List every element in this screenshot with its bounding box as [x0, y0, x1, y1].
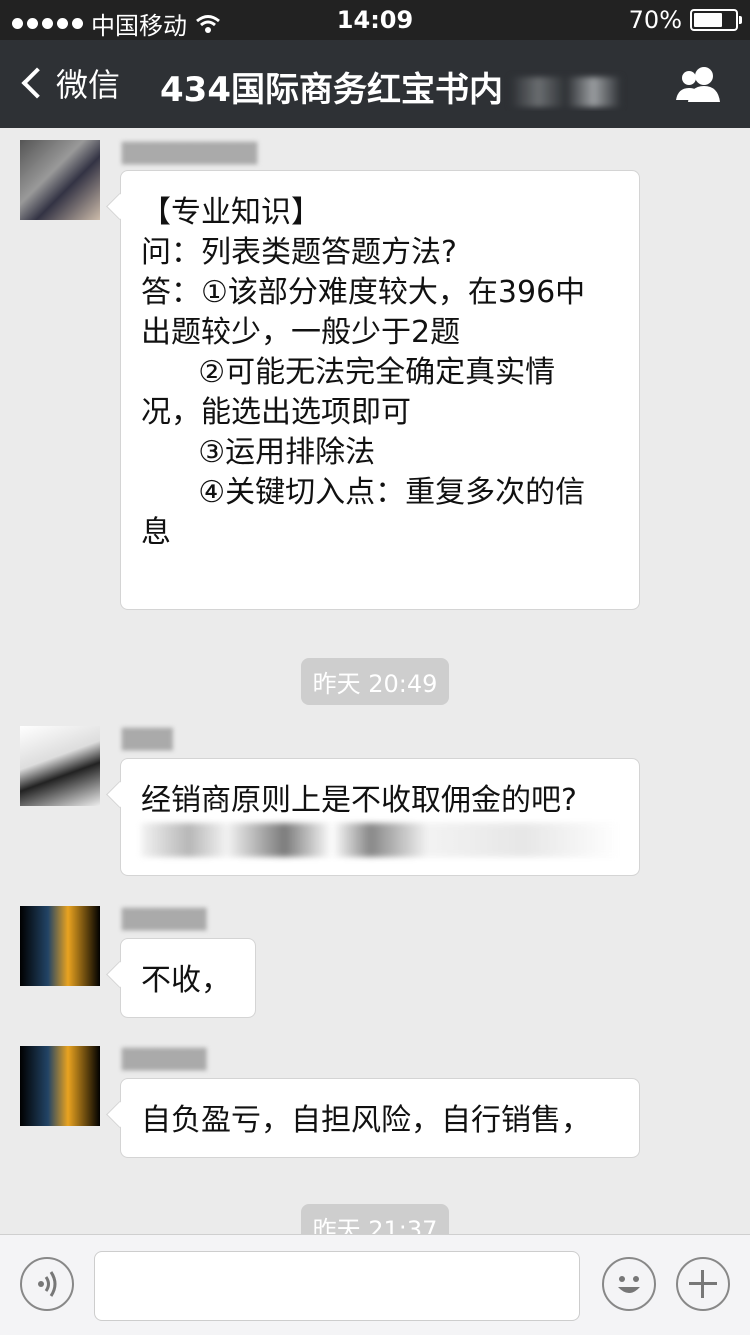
- battery-icon: [690, 9, 742, 31]
- plus-icon: [689, 1270, 717, 1298]
- message-line: 【专业知识】: [141, 195, 321, 230]
- message-line: 息: [141, 515, 171, 550]
- sender-name-redacted: ▇▇▇: [122, 726, 173, 751]
- avatar[interactable]: [20, 140, 100, 220]
- avatar[interactable]: [20, 1046, 100, 1126]
- timestamp: 昨天 20:49: [0, 658, 750, 705]
- plus-button[interactable]: [676, 1257, 730, 1311]
- message-line: 问：列表类题答题方法?: [141, 235, 457, 270]
- timestamp-label: 昨天 21:37: [300, 1204, 450, 1234]
- message-line: ③运用排除法: [141, 435, 376, 470]
- chat-title: 434国际商务红宝书内: [160, 62, 650, 111]
- message-bubble[interactable]: 经销商原则上是不收取佣金的吧?: [120, 758, 640, 876]
- sender-name-redacted: ▇▇▇▇▇▇▇▇: [122, 140, 258, 165]
- avatar[interactable]: [20, 726, 100, 806]
- message-line: 出题较少，一般少于2题: [141, 315, 461, 350]
- message-line: ④关键切入点：重复多次的信: [141, 475, 586, 510]
- back-button[interactable]: 微信: [18, 60, 120, 106]
- message-bubble[interactable]: 【专业知识】 问：列表类题答题方法? 答：①该部分难度较大，在396中 出题较少…: [120, 170, 640, 610]
- nav-bar: 微信 434国际商务红宝书内: [0, 40, 750, 128]
- battery-percent: 70%: [628, 6, 682, 34]
- redacted-text: [141, 823, 619, 857]
- status-right: 70%: [628, 6, 742, 34]
- input-bar: [0, 1234, 750, 1335]
- message-bubble[interactable]: 自负盈亏，自担风险，自行销售，: [120, 1078, 640, 1158]
- timestamp: 昨天 21:37: [0, 1204, 750, 1234]
- avatar[interactable]: [20, 906, 100, 986]
- group-members-icon[interactable]: [674, 64, 722, 104]
- emoji-button[interactable]: [602, 1257, 656, 1311]
- chevron-left-icon: [21, 67, 53, 99]
- message-line: 况，能选出选项即可: [141, 395, 411, 430]
- message-line: 不收，: [141, 963, 231, 998]
- emoji-icon: [618, 1276, 640, 1293]
- message-line: 自负盈亏，自担风险，自行销售，: [141, 1103, 591, 1138]
- back-label: 微信: [56, 66, 121, 104]
- sender-name-redacted: ▇▇▇▇▇: [122, 906, 207, 931]
- chat-title-text: 434国际商务红宝书内: [160, 70, 503, 110]
- voice-button[interactable]: [20, 1257, 74, 1311]
- sender-name-redacted: ▇▇▇▇▇: [122, 1046, 207, 1071]
- chat-area[interactable]: ▇▇▇▇▇▇▇▇ 【专业知识】 问：列表类题答题方法? 答：①该部分难度较大，在…: [0, 128, 750, 1234]
- message-line: 经销商原则上是不收取佣金的吧?: [141, 783, 577, 818]
- message-input[interactable]: [94, 1251, 580, 1321]
- status-bar: 中国移动 14:09 70%: [0, 0, 750, 40]
- message-line: 答：①该部分难度较大，在396中: [141, 275, 586, 310]
- timestamp-label: 昨天 20:49: [300, 658, 450, 705]
- message-line: ②可能无法完全确定真实情: [141, 355, 556, 390]
- redacted-title-suffix: [510, 76, 621, 107]
- message-bubble[interactable]: 不收，: [120, 938, 256, 1018]
- voice-icon: [38, 1271, 57, 1297]
